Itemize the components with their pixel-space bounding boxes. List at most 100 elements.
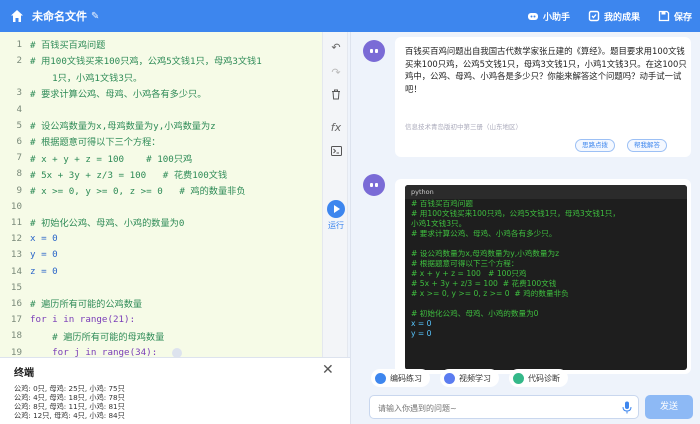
code-line[interactable]: 4 (0, 101, 322, 118)
trash-icon[interactable] (328, 89, 344, 105)
code-line[interactable]: 2 # 用100文钱买来100只鸡，公鸡5文钱1只，母鸡3文钱1 (0, 52, 322, 69)
edit-title-icon[interactable]: ✎ (91, 11, 99, 22)
line-number: 13 (10, 249, 22, 261)
code-line[interactable]: 19 for j in range(34): (0, 344, 322, 357)
play-icon (334, 205, 340, 213)
chip-label: 代码诊断 (528, 373, 560, 383)
send-button[interactable]: 发送 (645, 395, 693, 419)
terminal-output: 公鸡: 0只, 母鸡: 25只, 小鸡: 75只 公鸡: 4只, 母鸡: 18只… (14, 384, 125, 420)
line-number: 15 (10, 281, 22, 293)
file-title[interactable]: 未命名文件 (32, 8, 87, 24)
assistant-message: 百钱买百鸡问题出自我国古代数学家张丘建的《算经》。题目要求用100文钱买来100… (395, 37, 691, 157)
run-label[interactable]: 运行 (323, 220, 349, 231)
code-block-line: # 根据题意可得以下三个方程： (411, 259, 519, 268)
line-code: # 用100文钱买来100只鸡，公鸡5文钱1只，母鸡3文钱1 (30, 56, 262, 68)
line-code: # 初始化公鸡、母鸡、小鸡的数量为0 (30, 218, 185, 230)
home-icon[interactable] (10, 9, 24, 23)
line-code: for i in range(21): (30, 314, 136, 326)
microphone-icon[interactable] (622, 401, 632, 414)
save-icon (658, 10, 670, 22)
code-block-line (405, 239, 687, 249)
code-line[interactable]: 13 y = 0 (0, 247, 322, 264)
code-block-line: # 要求计算公鸡、母鸡、小鸡各有多少只。 (411, 229, 557, 238)
code-block-line: # 设公鸡数量为x,母鸡数量为y,小鸡数量为z (411, 249, 560, 258)
code-line[interactable]: 14 z = 0 (0, 263, 322, 280)
quick-actions: 编码练习 视频学习 代码诊断 (371, 369, 568, 387)
chip-coding-practice[interactable]: 编码练习 (371, 369, 430, 387)
line-number: 9 (16, 184, 22, 196)
code-line[interactable]: 3 # 要求计算公鸡、母鸡、小鸡各有多少只。 (0, 85, 322, 102)
code-editor[interactable]: 1 # 百钱买百鸡问题 2 # 用100文钱买来100只鸡，公鸡5文钱1只，母鸡3文钱… (0, 32, 322, 357)
line-number: 1 (16, 38, 22, 50)
terminal-title: 终端 (14, 368, 34, 379)
line-code: # 遍历所有可能的公鸡数量 (30, 299, 143, 311)
code-block-line: # x >= 0, y >= 0, z >= 0 # 鸡的数量非负 (411, 289, 569, 298)
assistant-chat-panel: 百钱买百鸡问题出自我国古代数学家张丘建的《算经》。题目要求用100文钱买来100… (350, 32, 700, 424)
code-line[interactable]: 5 # 设公鸡数量为x,母鸡数量为y,小鸡数量为z (0, 117, 322, 134)
line-number: 5 (16, 119, 22, 131)
chip-video-learning[interactable]: 视频学习 (440, 369, 499, 387)
line-number: 3 (16, 87, 22, 99)
chip-label: 视频学习 (459, 373, 491, 383)
chip-label: 编码练习 (390, 373, 422, 383)
line-code: # 根据题意可得以下三个方程： (30, 137, 161, 149)
line-code: # 要求计算公鸡、母鸡、小鸡各有多少只。 (30, 88, 207, 100)
message-source: 信息技术青岛版初中第三册（山东地区） (405, 123, 522, 131)
editor-toolstrip: ↶ ↷ fx 运行 (322, 32, 348, 357)
code-line[interactable]: 9 # x >= 0, y >= 0, z >= 0 # 鸡的数量非负 (0, 182, 322, 199)
code-line[interactable]: 11 # 初始化公鸡、母鸡、小鸡的数量为0 (0, 214, 322, 231)
code-line[interactable]: 16 # 遍历所有可能的公鸡数量 (0, 295, 322, 312)
question-input[interactable] (370, 397, 610, 420)
code-line[interactable]: 17 for i in range(21): (0, 311, 322, 328)
code-block-line: y = 0 (411, 329, 432, 338)
line-number: 4 (16, 103, 22, 115)
run-button[interactable] (327, 200, 345, 218)
code-line[interactable]: 10 (0, 198, 322, 215)
code-block: python # 百钱买百鸡问题 # 用100文钱买来100只鸡，公鸡5文钱1只，… (405, 185, 687, 370)
line-code: # 5x + 3y + z/3 = 100 # 花费100文钱 (30, 169, 228, 181)
message-text: 百钱买百鸡问题出自我国古代数学家张丘建的《算经》。题目要求用100文钱买来100… (405, 46, 687, 94)
undo-icon[interactable]: ↶ (328, 40, 344, 56)
code-line[interactable]: 7 # x + y + z = 100 # 100只鸡 (0, 149, 322, 166)
code-language: python (405, 185, 687, 199)
line-code: z = 0 (30, 265, 58, 277)
code-line[interactable]: 1 # 百钱买百鸡问题 (0, 36, 322, 53)
line-code: x = 0 (30, 233, 58, 245)
close-icon[interactable]: ✕ (322, 362, 334, 378)
line-code: for j in range(34): (30, 346, 158, 357)
redo-icon[interactable]: ↷ (328, 65, 344, 81)
code-block-line (405, 299, 687, 309)
assistant-button[interactable]: 小助手 (527, 10, 570, 23)
code-line[interactable]: 12 x = 0 (0, 230, 322, 247)
code-line[interactable]: 8 # 5x + 3y + z/3 = 100 # 花费100文钱 (0, 166, 322, 183)
code-line[interactable]: 18 # 遍历所有可能的母鸡数量 (0, 328, 322, 345)
achievements-icon (588, 10, 600, 22)
assistant-avatar (363, 174, 385, 196)
achievements-button[interactable]: 我的成果 (588, 10, 640, 23)
code-lines: # 百钱买百鸡问题 # 用100文钱买来100只鸡，公鸡5文钱1只，母鸡3文钱1只… (405, 199, 687, 339)
line-number: 16 (10, 297, 22, 309)
chip-code-diagnosis[interactable]: 代码诊断 (509, 369, 568, 387)
line-code: # x >= 0, y >= 0, z >= 0 # 鸡的数量非负 (30, 186, 246, 198)
assistant-label: 小助手 (542, 12, 570, 23)
line-number: 7 (16, 152, 22, 164)
line-code: # 遍历所有可能的母鸡数量 (30, 331, 165, 343)
hint-button[interactable]: 思路点拨 (575, 139, 615, 152)
function-icon[interactable]: fx (328, 120, 344, 136)
line-number: 2 (16, 54, 22, 66)
code-line[interactable]: 6 # 根据题意可得以下三个方程： (0, 133, 322, 150)
code-block-line: x = 0 (411, 319, 432, 328)
code-line[interactable]: 1只，小鸡1文钱3只。 (0, 68, 322, 85)
line-code: y = 0 (30, 249, 58, 261)
answer-button[interactable]: 帮我解答 (627, 139, 667, 152)
line-number: 6 (16, 135, 22, 147)
line-code: # 百钱买百鸡问题 (30, 40, 106, 52)
code-line[interactable]: 15 (0, 279, 322, 296)
terminal-icon[interactable] (328, 145, 344, 161)
save-button[interactable]: 保存 (658, 10, 692, 23)
line-number: 11 (10, 216, 22, 228)
terminal-toggle-handle[interactable] (172, 348, 182, 358)
assistant-code-message: python # 百钱买百鸡问题 # 用100文钱买来100只鸡，公鸡5文钱1只，… (395, 179, 691, 374)
code-block-line: # x + y + z = 100 # 100只鸡 (411, 269, 527, 278)
line-number: 18 (10, 330, 22, 342)
